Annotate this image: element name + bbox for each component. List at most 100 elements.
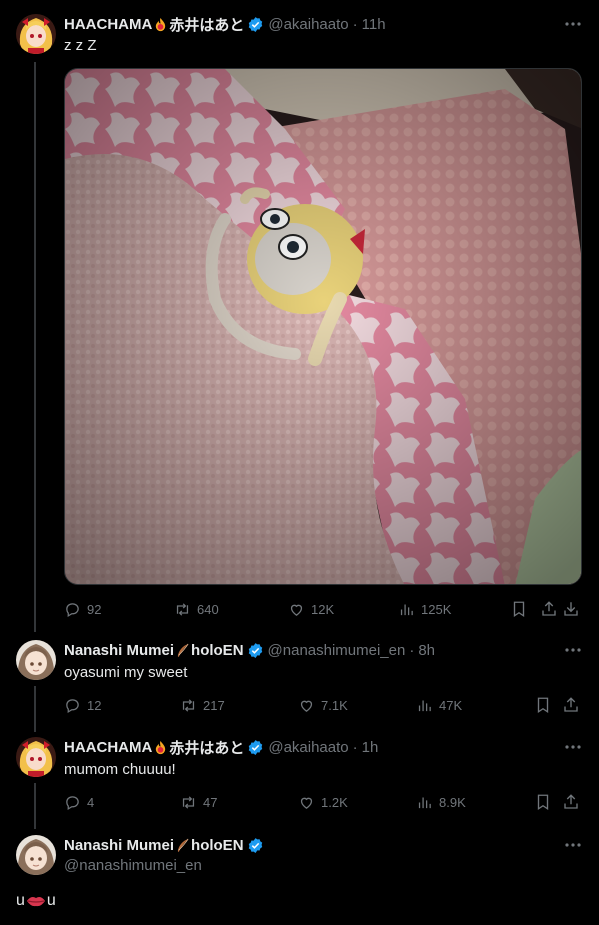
post-text-end: u	[46, 892, 56, 909]
separator-dot: ·	[352, 738, 358, 756]
more-icon[interactable]	[563, 835, 583, 855]
like-icon	[300, 797, 313, 809]
views-button[interactable]: 8.9K	[416, 794, 466, 811]
lips-emoji	[26, 897, 45, 907]
bookmark-icon	[537, 794, 549, 811]
tweet-text: oyasumi my sweet	[64, 664, 188, 681]
avatar[interactable]	[16, 14, 56, 54]
more-icon[interactable]	[563, 14, 583, 34]
like-count: 7.1K	[321, 697, 348, 713]
tweet[interactable]: HAACHAMA 赤井はあと @akaihaato · 1h mumom chu…	[0, 727, 599, 824]
quill-emoji	[177, 838, 189, 852]
separator-dot: ·	[352, 15, 358, 33]
repost-icon	[176, 602, 189, 616]
views-count: 8.9K	[439, 794, 466, 810]
handle[interactable]: @akaihaato	[268, 16, 348, 33]
bookmark-button[interactable]	[534, 793, 552, 811]
views-button[interactable]: 47K	[416, 697, 462, 714]
post-text-start: u	[16, 892, 25, 909]
tweet[interactable]: HAACHAMA 赤井はあと @akaihaato · 11h z z Z 92…	[0, 0, 599, 630]
reply-button[interactable]: 92	[64, 601, 101, 618]
display-name[interactable]: HAACHAMA	[64, 739, 152, 756]
tweet[interactable]: Nanashi Mumei holoEN @nanashimumei_en · …	[0, 630, 599, 727]
reply-icon	[66, 602, 79, 617]
like-button[interactable]: 12K	[288, 601, 334, 618]
avatar[interactable]	[16, 640, 56, 680]
reply-icon	[66, 795, 79, 810]
share-icon	[542, 601, 556, 616]
fire-emoji	[156, 740, 166, 754]
more-icon[interactable]	[563, 640, 583, 660]
post-text: u u	[16, 892, 56, 910]
fire-emoji	[156, 17, 166, 31]
timestamp[interactable]: 8h	[418, 642, 435, 659]
post-header: Nanashi Mumei holoEN	[64, 835, 264, 855]
repost-icon	[182, 698, 195, 712]
bookmark-icon	[513, 601, 525, 618]
like-icon	[290, 604, 303, 616]
views-count: 125K	[421, 601, 452, 617]
share-button[interactable]	[540, 600, 558, 618]
bookmark-button[interactable]	[534, 696, 552, 714]
verified-icon	[248, 837, 262, 853]
repost-count: 217	[203, 697, 225, 713]
like-count: 12K	[311, 601, 335, 617]
repost-button[interactable]: 47	[180, 794, 217, 811]
share-icon	[564, 697, 578, 712]
display-name[interactable]: HAACHAMA	[64, 16, 152, 33]
tweet-actions: 92 640 12K 125K	[64, 598, 587, 620]
tweet-text: mumom chuuuu!	[64, 761, 176, 778]
like-icon	[300, 700, 313, 712]
tweet-text: z z Z	[64, 37, 97, 54]
avatar[interactable]	[16, 835, 56, 875]
share-button[interactable]	[562, 696, 580, 714]
verified-icon	[249, 739, 263, 755]
reply-button[interactable]: 12	[64, 697, 101, 714]
reply-count: 4	[87, 794, 95, 810]
reply-icon	[66, 698, 79, 713]
timestamp[interactable]: 11h	[362, 16, 386, 33]
timestamp[interactable]: 1h	[362, 739, 379, 756]
like-button[interactable]: 7.1K	[298, 697, 348, 714]
share-icon	[564, 794, 578, 809]
tweet-photo[interactable]	[64, 68, 582, 585]
views-button[interactable]: 125K	[398, 601, 451, 618]
like-count: 1.2K	[321, 794, 348, 810]
bookmark-icon	[537, 697, 549, 714]
like-button[interactable]: 1.2K	[298, 794, 348, 811]
focused-post: Nanashi Mumei holoEN @nanashimumei_en u …	[0, 824, 599, 925]
bookmark-button[interactable]	[510, 600, 528, 618]
avatar[interactable]	[16, 737, 56, 777]
display-name-suffix[interactable]: 赤井はあと	[169, 14, 244, 35]
repost-count: 47	[203, 794, 218, 810]
repost-button[interactable]: 217	[180, 697, 225, 714]
tweet-header: HAACHAMA 赤井はあと @akaihaato · 11h	[64, 14, 386, 34]
reply-count: 12	[87, 697, 102, 713]
tweet-header: HAACHAMA 赤井はあと @akaihaato · 1h	[64, 737, 378, 757]
tweet-actions: 12 217 7.1K 47K	[64, 694, 587, 716]
tweet-header: Nanashi Mumei holoEN @nanashimumei_en · …	[64, 640, 435, 660]
reply-count: 92	[87, 601, 102, 617]
display-name-suffix[interactable]: holoEN	[191, 642, 244, 659]
display-name-suffix[interactable]: 赤井はあと	[169, 737, 244, 758]
separator-dot: ·	[409, 641, 415, 659]
reply-button[interactable]: 4	[64, 794, 94, 811]
download-button[interactable]	[562, 600, 580, 618]
display-name[interactable]: Nanashi Mumei	[64, 642, 174, 659]
views-icon	[418, 700, 431, 711]
share-button[interactable]	[562, 793, 580, 811]
tweet-actions: 4 47 1.2K 8.9K	[64, 791, 587, 813]
more-icon[interactable]	[563, 737, 583, 757]
download-icon	[564, 602, 578, 616]
views-count: 47K	[439, 697, 463, 713]
photo-image	[65, 69, 581, 584]
display-name[interactable]: Nanashi Mumei	[64, 837, 174, 854]
handle[interactable]: @nanashimumei_en	[268, 642, 406, 659]
repost-button[interactable]: 640	[174, 601, 219, 618]
handle[interactable]: @nanashimumei_en	[64, 857, 202, 874]
repost-count: 640	[197, 601, 219, 617]
quill-emoji	[177, 643, 189, 657]
verified-icon	[248, 642, 262, 658]
display-name-suffix[interactable]: holoEN	[191, 837, 244, 854]
handle[interactable]: @akaihaato	[268, 739, 348, 756]
